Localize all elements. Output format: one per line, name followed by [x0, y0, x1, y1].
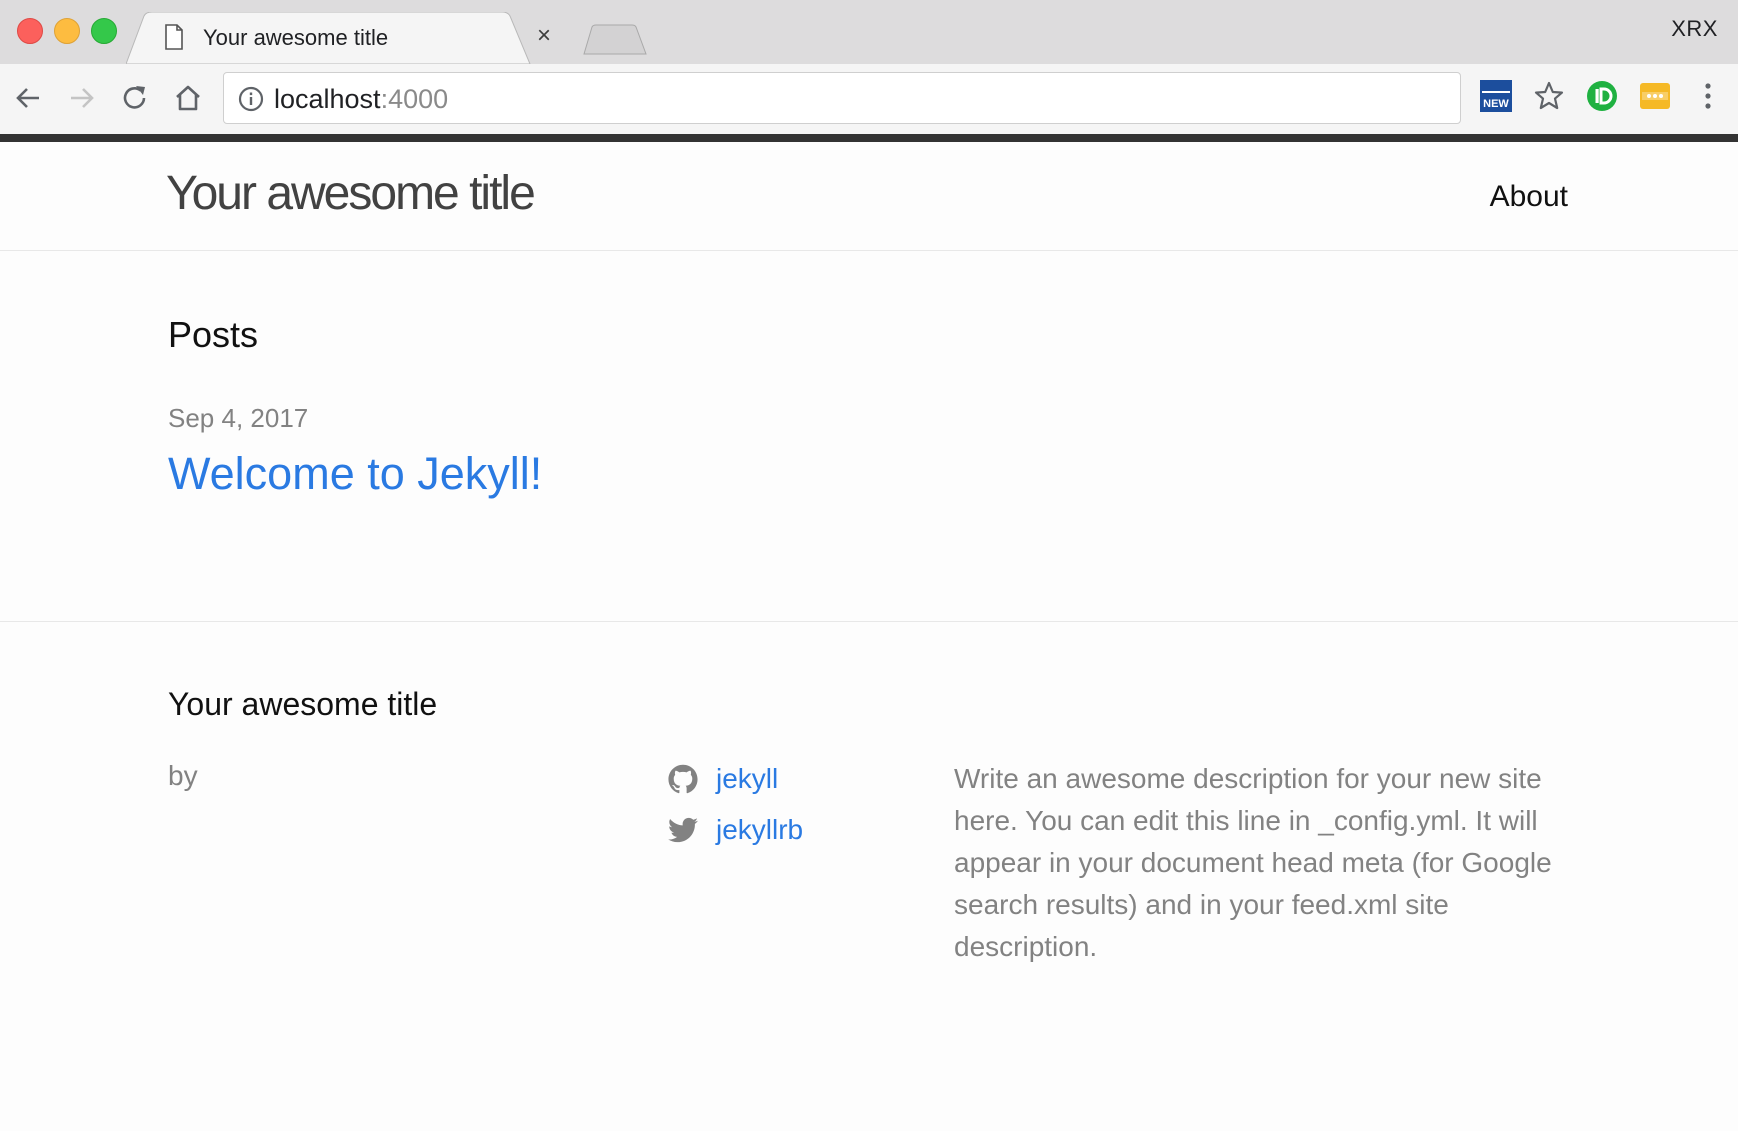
forward-button[interactable] [64, 80, 100, 116]
site-footer: Your awesome title by jekyll jekyllrb Wr… [0, 621, 1738, 1131]
bookmark-button[interactable] [1531, 78, 1567, 114]
home-button[interactable] [170, 80, 206, 116]
github-username: jekyll [716, 763, 779, 794]
browser-toolbar: localhost:4000 NEW [0, 64, 1738, 134]
back-button[interactable] [10, 80, 46, 116]
extension-badge-text: NEW [1483, 98, 1509, 110]
post-date: Sep 4, 2017 [168, 403, 309, 433]
new-tab-button[interactable] [582, 24, 648, 56]
footer-title: Your awesome title [168, 686, 438, 722]
url-port: :4000 [380, 84, 449, 114]
site-description: Write an awesome description for your ne… [954, 763, 1552, 962]
twitter-link[interactable]: jekyllrb [668, 809, 803, 851]
tab-close-icon[interactable]: × [537, 24, 551, 48]
browser-tab-active[interactable]: Your awesome title × [126, 12, 586, 64]
tab-title: Your awesome title [203, 25, 389, 50]
url-host: localhost [274, 84, 381, 114]
site-title-link[interactable]: Your awesome title [166, 166, 536, 221]
address-bar[interactable]: localhost:4000 [223, 72, 1461, 124]
url-text: localhost:4000 [274, 84, 448, 115]
info-icon[interactable] [238, 86, 264, 117]
github-link[interactable]: jekyll [668, 758, 803, 800]
reload-button[interactable] [117, 80, 153, 116]
twitter-username: jekyllrb [716, 814, 804, 845]
reload-icon [123, 86, 146, 109]
social-links: jekyll jekyllrb [668, 758, 803, 860]
password-manager-icon [1640, 83, 1670, 109]
twitter-icon [668, 817, 698, 843]
news-extension-button[interactable]: NEW [1478, 78, 1514, 114]
page-icon [164, 24, 184, 55]
minimize-window-button[interactable] [54, 18, 80, 44]
post-title-link[interactable]: Welcome to Jekyll! [168, 448, 542, 500]
id-extension-button[interactable] [1584, 78, 1620, 114]
nav-about-link[interactable]: About [1490, 180, 1568, 214]
site-header: Your awesome title About [0, 142, 1738, 251]
home-icon [176, 85, 200, 111]
back-arrow-icon [16, 88, 39, 108]
kebab-menu-icon [1705, 83, 1711, 109]
posts-heading: Posts [168, 314, 259, 355]
page-top-border [0, 134, 1738, 142]
close-window-button[interactable] [17, 18, 43, 44]
browser-tab-strip: Your awesome title × XRX [0, 0, 1738, 64]
github-icon [668, 764, 698, 794]
green-id-extension-icon [1587, 81, 1617, 111]
star-icon [1534, 81, 1564, 110]
forward-arrow-icon [71, 88, 94, 108]
footer-author: by [168, 760, 198, 791]
profile-name[interactable]: XRX [1671, 16, 1718, 42]
browser-menu-button[interactable] [1690, 78, 1726, 114]
maximize-window-button[interactable] [91, 18, 117, 44]
news-extension-icon: NEW [1480, 80, 1512, 112]
password-extension-button[interactable] [1637, 78, 1673, 114]
